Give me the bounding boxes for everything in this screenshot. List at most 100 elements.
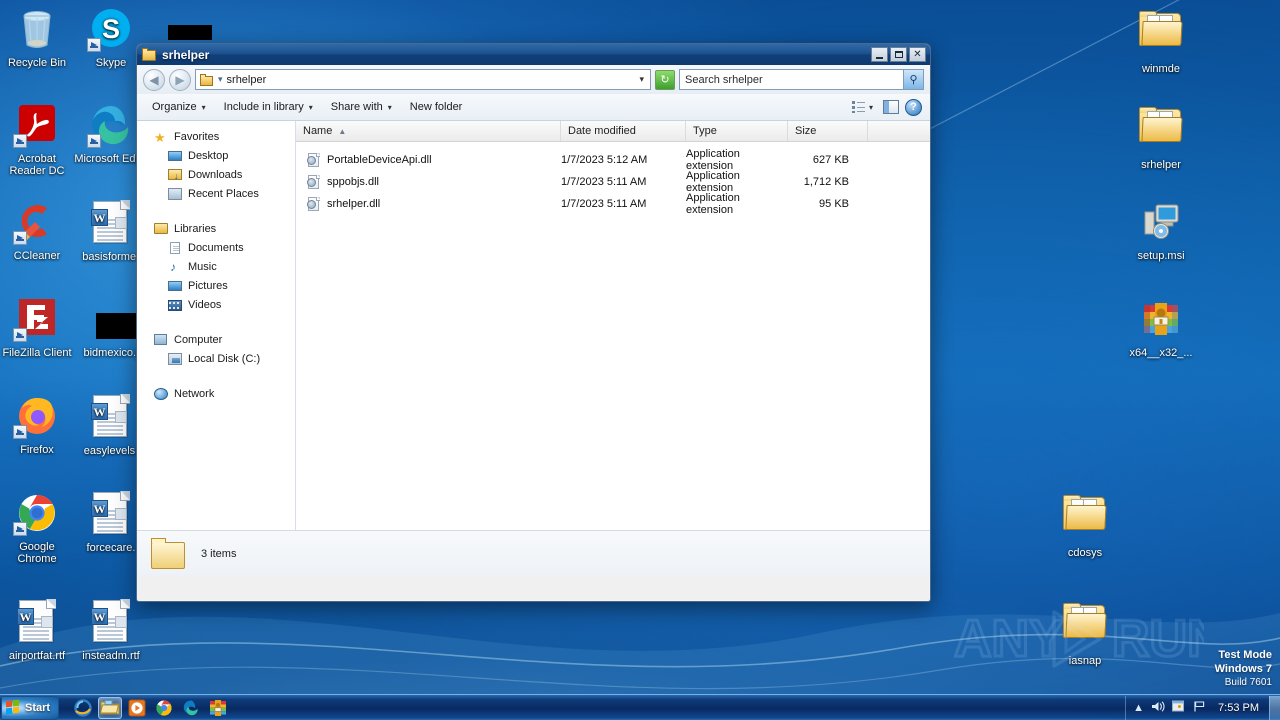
desktop-icon-google-chrome[interactable]: Google Chrome [0,489,74,565]
preview-pane-icon[interactable] [883,100,899,114]
change-view-button[interactable]: ▾ [848,99,877,115]
sidebar-item-local-disk-c[interactable]: Local Disk (C:) [137,349,295,368]
show-hidden-icons-button[interactable]: ▲ [1133,702,1144,714]
sidebar-item-recent-places[interactable]: Recent Places [137,184,295,203]
taskbar-clock[interactable]: 7:53 PM [1214,702,1263,714]
sidebar-item-network[interactable]: Network [137,384,295,403]
sidebar-item-libraries[interactable]: Libraries [137,219,295,238]
file-date: 1/7/2023 5:12 AM [561,154,648,166]
desktop-icon-firefox[interactable]: Firefox [0,392,74,456]
local-disk-icon [167,352,183,366]
desktop-icon-srhelper[interactable]: srhelper [1124,101,1198,171]
desktop-icon-insteadm[interactable]: W insteadm.rtf [74,597,148,662]
nav-group-network: Network [137,384,295,403]
window-controls: ✕ [871,47,926,62]
table-row[interactable]: srhelper.dll 1/7/2023 5:11 AM Applicatio… [296,192,930,216]
sidebar-item-favorites[interactable]: ★ Favorites [137,127,295,146]
back-button[interactable]: ◀ [143,68,165,91]
desktop-icon-label: insteadm.rtf [82,650,140,662]
new-folder-label: New folder [409,101,463,113]
show-desktop-button[interactable] [1269,695,1280,720]
nav-group-favorites: ★ Favorites Desktop Downloads Recent Pla… [137,127,295,203]
desktop-icon-x64-x32-archive[interactable]: x64__x32_... [1124,295,1198,359]
folder-icon [142,48,157,61]
skype-icon: S [87,5,135,53]
sidebar-item-pictures[interactable]: Pictures [137,276,295,295]
taskbar-google-chrome[interactable] [152,697,176,719]
ccleaner-icon [13,198,61,246]
taskbar-internet-explorer[interactable] [71,697,95,719]
share-with-button[interactable]: Share with ▾ [322,97,401,117]
taskbar-winrar[interactable] [206,697,230,719]
filezilla-icon [13,295,61,343]
desktop-icon-label: cdosys [1067,547,1103,559]
breadcrumb[interactable]: ▾ srhelper ▾ [195,69,651,90]
column-header-name[interactable]: Name ▲ [296,121,561,141]
refresh-icon[interactable]: ↻ [655,69,675,90]
file-size: 95 KB [819,198,849,210]
desktop-icon-airportfat[interactable]: W airportfat.rtf [0,597,74,662]
file-type: Application extension [686,170,740,194]
view-list-icon [851,101,865,113]
start-button[interactable]: Start [1,695,59,720]
column-header-date-modified[interactable]: Date modified [561,121,686,141]
include-in-library-button[interactable]: Include in library ▾ [215,97,322,117]
network-flag-icon[interactable] [1193,700,1207,716]
forward-button[interactable]: ▶ [169,68,191,91]
desktop-icon-iasnap[interactable]: iasnap [1048,597,1122,667]
taskbar-microsoft-edge[interactable] [179,697,203,719]
desktop-icon-recycle-bin[interactable]: Recycle Bin [0,5,74,69]
organize-button[interactable]: Organize ▾ [143,97,215,117]
help-icon[interactable]: ? [905,98,922,116]
sidebar-item-computer[interactable]: Computer [137,330,295,349]
sidebar-item-label: Downloads [188,168,243,181]
sidebar-item-videos[interactable]: Videos [137,295,295,314]
column-header-extra[interactable] [868,121,930,141]
word-document-icon: W [87,598,135,646]
sidebar-item-music[interactable]: ♪ Music [137,257,295,276]
desktop-icon-acrobat-reader[interactable]: Acrobat Reader DC [0,101,74,177]
documents-icon [167,241,183,255]
column-label: Size [795,125,817,137]
shortcut-overlay-icon [13,328,27,342]
microsoft-edge-icon [183,700,198,715]
sidebar-item-label: Videos [188,298,222,311]
table-row[interactable]: PortableDeviceApi.dll 1/7/2023 5:12 AM A… [296,148,930,172]
action-center-icon[interactable] [1172,700,1186,716]
word-document-icon: W [87,199,135,247]
desktop-icon-ccleaner[interactable]: CCleaner [0,198,74,262]
minimize-button[interactable] [871,47,888,62]
close-button[interactable]: ✕ [909,47,926,62]
column-header-type[interactable]: Type [686,121,788,141]
volume-icon[interactable] [1151,700,1165,716]
sidebar-item-desktop[interactable]: Desktop [137,146,295,165]
taskbar-windows-media-player[interactable] [125,697,149,719]
desktop-icon-filezilla[interactable]: FileZilla Client [0,295,74,359]
chevron-down-icon[interactable]: ▾ [639,74,646,85]
new-folder-button[interactable]: New folder [401,97,472,117]
test-mode-watermark: Test Mode Windows 7 Build 7601 [1215,648,1272,690]
search-input[interactable]: Search srhelper ⚲ [679,69,924,90]
acrobat-reader-icon [13,101,61,149]
breadcrumb-path[interactable]: srhelper [227,74,267,86]
taskbar-windows-explorer[interactable] [98,696,122,719]
search-icon[interactable]: ⚲ [903,70,923,89]
sidebar-item-downloads[interactable]: Downloads [137,165,295,184]
desktop-icon-cdosys[interactable]: cdosys [1048,489,1122,559]
desktop-icon-label: Google Chrome [17,541,57,565]
desktop-icon-label: FileZilla Client [2,347,72,359]
column-header-size[interactable]: Size [788,121,868,141]
maximize-button[interactable] [890,47,907,62]
winrar-archive-icon [1137,295,1185,343]
window-titlebar[interactable]: srhelper ✕ [137,44,930,65]
desktop-icon-winmde[interactable]: winmde [1124,5,1198,75]
sidebar-item-documents[interactable]: Documents [137,238,295,257]
word-document-icon: W [87,393,135,441]
redacted-region [168,25,212,40]
table-row[interactable]: sppobjs.dll 1/7/2023 5:11 AM Application… [296,170,930,194]
desktop-icon-setup-msi[interactable]: setup.msi [1124,198,1198,262]
desktop-icon [167,149,183,163]
dll-file-icon [307,196,321,212]
file-date: 1/7/2023 5:11 AM [561,176,647,188]
